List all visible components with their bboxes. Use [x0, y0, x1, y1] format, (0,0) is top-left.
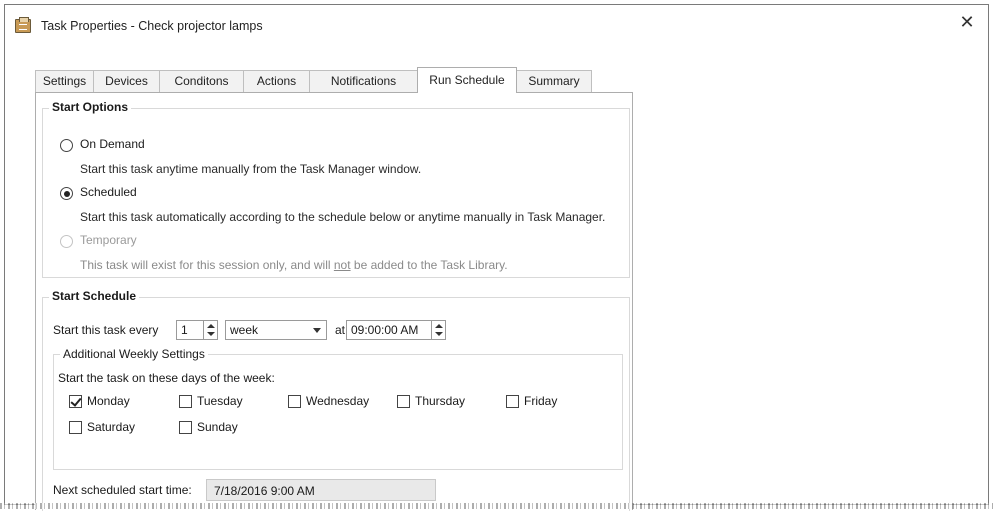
thursday-label[interactable]: Thursday	[415, 394, 465, 408]
on-demand-label[interactable]: On Demand	[80, 137, 145, 151]
saturday-checkbox[interactable]	[69, 421, 82, 434]
start-schedule-title: Start Schedule	[49, 289, 140, 303]
next-start-value: 7/18/2016 9:00 AM	[214, 484, 315, 498]
interval-unit-select[interactable]: week	[225, 320, 327, 340]
time-spin-buttons[interactable]	[431, 321, 445, 339]
close-icon[interactable]: ✕	[958, 13, 976, 31]
interval-unit-value: week	[230, 323, 259, 337]
spin-down-icon[interactable]	[207, 332, 215, 336]
temporary-description: This task will exist for this session on…	[80, 258, 508, 272]
clipboard-icon	[15, 17, 31, 33]
tuesday-checkbox[interactable]	[179, 395, 192, 408]
on-demand-description: Start this task anytime manually from th…	[80, 162, 422, 176]
start-schedule-group: Start Schedule Start this task every 1 w…	[42, 289, 630, 511]
interval-stepper[interactable]: 1	[176, 320, 218, 340]
friday-label[interactable]: Friday	[524, 394, 557, 408]
tab-notifications[interactable]: Notifications	[309, 70, 418, 92]
weekly-settings-title: Additional Weekly Settings	[60, 347, 208, 361]
scan-noise-strip	[0, 503, 993, 509]
scheduled-label[interactable]: Scheduled	[80, 185, 137, 199]
task-properties-window: Task Properties - Check projector lamps …	[4, 4, 989, 511]
interval-spin-buttons[interactable]	[203, 321, 217, 339]
start-every-label: Start this task every	[53, 323, 159, 337]
start-options-title: Start Options	[49, 100, 132, 114]
run-schedule-panel: Start Options On Demand Start this task …	[35, 92, 633, 511]
start-time-value: 09:00:00 AM	[351, 323, 419, 337]
temporary-label: Temporary	[80, 233, 137, 247]
sunday-checkbox[interactable]	[179, 421, 192, 434]
next-start-label: Next scheduled start time:	[53, 483, 192, 497]
interval-value: 1	[181, 323, 188, 337]
window-title: Task Properties - Check projector lamps	[41, 19, 263, 33]
tab-actions[interactable]: Actions	[243, 70, 310, 92]
start-time-picker[interactable]: 09:00:00 AM	[346, 320, 446, 340]
tab-devices[interactable]: Devices	[93, 70, 160, 92]
spin-up-icon[interactable]	[435, 324, 443, 328]
monday-label[interactable]: Monday	[87, 394, 130, 408]
spin-down-icon[interactable]	[435, 332, 443, 336]
start-options-group: Start Options On Demand Start this task …	[42, 100, 630, 278]
spin-up-icon[interactable]	[207, 324, 215, 328]
scheduled-radio[interactable]	[60, 187, 73, 200]
sunday-label[interactable]: Sunday	[197, 420, 238, 434]
next-start-field: 7/18/2016 9:00 AM	[206, 479, 436, 501]
days-prompt: Start the task on these days of the week…	[58, 371, 275, 385]
tab-settings[interactable]: Settings	[35, 70, 94, 92]
wednesday-label[interactable]: Wednesday	[306, 394, 369, 408]
tab-run-schedule[interactable]: Run Schedule	[417, 67, 517, 93]
on-demand-radio[interactable]	[60, 139, 73, 152]
weekly-settings-group: Additional Weekly Settings Start the tas…	[53, 347, 623, 470]
title-bar: Task Properties - Check projector lamps …	[5, 5, 988, 45]
monday-checkbox[interactable]	[69, 395, 82, 408]
chevron-down-icon	[313, 328, 321, 333]
wednesday-checkbox[interactable]	[288, 395, 301, 408]
saturday-label[interactable]: Saturday	[87, 420, 135, 434]
at-label: at	[335, 323, 346, 337]
temporary-radio	[60, 235, 73, 248]
friday-checkbox[interactable]	[506, 395, 519, 408]
tuesday-label[interactable]: Tuesday	[197, 394, 243, 408]
thursday-checkbox[interactable]	[397, 395, 410, 408]
tab-summary[interactable]: Summary	[516, 70, 592, 92]
scheduled-description: Start this task automatically according …	[80, 210, 606, 224]
tab-conditions[interactable]: Conditons	[159, 70, 244, 92]
